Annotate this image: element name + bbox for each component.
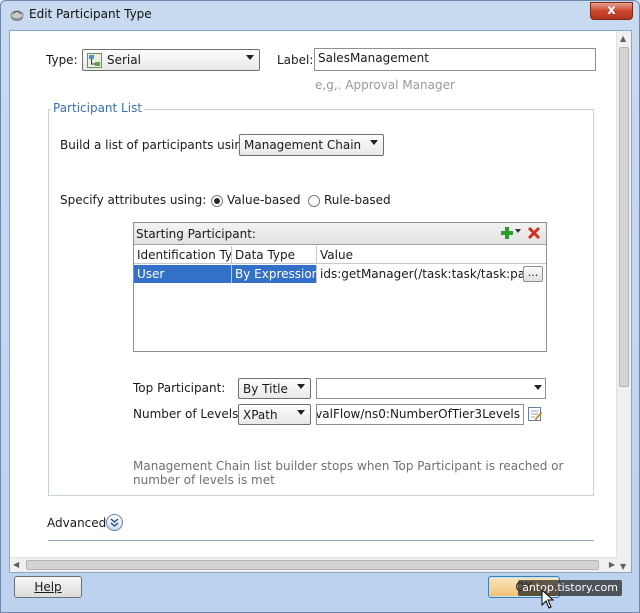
label-input-value: SalesManagement (318, 51, 429, 65)
type-value: Serial (107, 53, 141, 67)
starting-participant-title: Starting Participant: (136, 227, 256, 241)
help-button[interactable]: Help (14, 576, 82, 598)
top-participant-type-select[interactable]: By Title (238, 378, 311, 399)
value-based-label[interactable]: Value-based (227, 193, 301, 207)
delete-icon[interactable] (527, 226, 541, 240)
specify-attributes-label: Specify attributes using: (60, 193, 207, 207)
chevron-down-icon (370, 140, 378, 145)
number-of-levels-label: Number of Levels: (133, 407, 243, 421)
close-button[interactable]: x (590, 2, 633, 20)
scroll-right-icon[interactable]: ▶ (609, 560, 615, 569)
top-participant-value-select[interactable] (316, 378, 546, 399)
type-label: Type: (46, 53, 78, 67)
top-participant-type-value: By Title (243, 382, 288, 396)
horizontal-scroll-thumb[interactable] (26, 560, 599, 570)
label-hint: e,g,. Approval Manager (315, 78, 455, 92)
table-header-row: Identification Type Data Type Value (134, 246, 546, 264)
levels-type-select[interactable]: XPath (238, 404, 311, 425)
rule-based-label[interactable]: Rule-based (324, 193, 391, 207)
dialog-window: Edit Participant Type x Type: Serial Lab… (0, 0, 640, 613)
cell-data-type[interactable]: By Expression (232, 265, 317, 283)
vertical-scrollbar[interactable]: ▲ ▼ (616, 31, 631, 572)
levels-value: ApprovalFlow/ns0:NumberOfTier3Levels (317, 407, 520, 421)
column-header-identification-type[interactable]: Identification Type (134, 246, 232, 264)
build-list-value: Management Chain (244, 138, 362, 152)
cell-value[interactable]: ids:getManager(/task:task/task:payload/ (317, 265, 523, 283)
expand-advanced-icon[interactable] (106, 514, 123, 531)
title-bar[interactable]: Edit Participant Type x (1, 1, 639, 29)
advanced-label[interactable]: Advanced: (47, 516, 110, 530)
serial-icon (87, 53, 102, 68)
window-title: Edit Participant Type (29, 7, 152, 21)
label-label: Label: (277, 53, 314, 67)
expression-builder-button[interactable]: ... (523, 266, 543, 282)
starting-participant-panel: Starting Participant: Identification Typ… (133, 222, 547, 352)
levels-type-value: XPath (243, 408, 278, 422)
add-icon[interactable] (500, 226, 514, 240)
type-select[interactable]: Serial (82, 49, 260, 71)
levels-value-input[interactable]: ApprovalFlow/ns0:NumberOfTier3Levels (316, 404, 524, 425)
top-participant-label: Top Participant: (133, 381, 226, 395)
scroll-left-icon[interactable]: ◀ (13, 560, 19, 569)
close-icon: x (607, 3, 616, 18)
label-input[interactable]: SalesManagement (314, 48, 596, 71)
info-text-line2: number of levels is met (133, 473, 275, 487)
chevron-down-icon (246, 55, 254, 60)
scroll-down-icon[interactable]: ▼ (620, 562, 626, 571)
help-button-label: Help (34, 580, 62, 594)
table-row[interactable]: User By Expression ids:getManager(/task:… (134, 265, 546, 283)
value-based-radio[interactable] (211, 195, 223, 207)
mouse-cursor-icon (541, 589, 555, 609)
column-header-data-type[interactable]: Data Type (232, 246, 317, 264)
dialog-content: Type: Serial Label: SalesManagement e,g,… (9, 30, 632, 573)
double-chevron-down-icon (110, 518, 119, 527)
app-icon (10, 10, 24, 21)
horizontal-scrollbar[interactable]: ◀ ▶ (10, 557, 618, 572)
watermark: antop.tistory.com (518, 580, 622, 596)
column-header-value[interactable]: Value (317, 246, 546, 264)
scroll-up-icon[interactable]: ▲ (620, 34, 626, 43)
chevron-down-icon (534, 385, 542, 390)
chevron-down-icon (297, 410, 305, 415)
build-list-select[interactable]: Management Chain (239, 134, 384, 156)
participant-list-title: Participant List (51, 101, 145, 115)
info-text-line1: Management Chain list builder stops when… (133, 459, 564, 473)
vertical-scroll-thumb[interactable] (619, 47, 629, 387)
edit-expression-icon[interactable] (528, 407, 542, 421)
build-list-label: Build a list of participants using: (60, 138, 254, 152)
rule-based-radio[interactable] (308, 195, 320, 207)
cell-identification-type[interactable]: User (134, 265, 232, 283)
add-dropdown-icon[interactable] (515, 229, 521, 233)
chevron-down-icon (297, 384, 305, 389)
starting-participant-header: Starting Participant: (134, 223, 546, 245)
separator (48, 540, 594, 541)
